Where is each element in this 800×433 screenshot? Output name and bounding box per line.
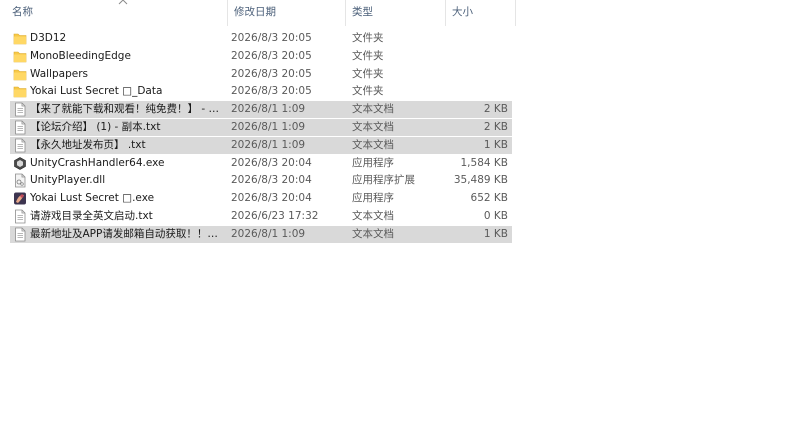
file-size: 1,584 KB <box>460 156 509 169</box>
file-type: 文件夹 <box>352 32 384 44</box>
file-row[interactable]: UnityCrashHandler64.exe 2026/8/3 20:04 应用程… <box>10 155 512 172</box>
file-name: 【永久地址发布页】 .txt <box>30 138 146 151</box>
file-modified-date: 2026/8/1 1:09 <box>231 103 306 116</box>
file-name: 【来了就能下载和观看！纯免费！】 - 副本.txt <box>30 103 226 116</box>
file-name: D3D12 <box>30 32 67 44</box>
file-size: 0 KB <box>483 210 508 222</box>
file-type: 文本文档 <box>352 210 394 222</box>
file-modified-date: 2026/8/1 1:09 <box>231 121 306 133</box>
text-file-icon <box>13 209 27 224</box>
file-modified-date: 2026/8/3 20:04 <box>231 174 312 187</box>
column-header-type-label: 类型 <box>352 6 373 18</box>
game-exe-icon <box>13 191 27 206</box>
file-row[interactable]: Yokai Lust Secret □.exe 2026/8/3 20:04 应用程… <box>10 190 512 207</box>
column-header-type[interactable]: 类型 <box>346 0 446 26</box>
file-row[interactable]: 【来了就能下载和观看！纯免费！】 - 副本.txt 2026/8/1 1:09 文本… <box>10 101 512 119</box>
file-name: Yokai Lust Secret □_Data <box>30 85 163 98</box>
file-type: 应用程序 <box>352 156 394 169</box>
text-file-icon <box>13 138 27 153</box>
dll-file-icon <box>13 173 27 188</box>
file-row[interactable]: 【永久地址发布页】 .txt 2026/8/1 1:09 文本文档 1 KB <box>10 136 512 154</box>
file-name: 最新地址及APP请发邮箱自动获取！！！.txt <box>30 227 226 240</box>
file-type: 文件夹 <box>352 67 384 80</box>
file-type: 应用程序扩展 <box>352 174 415 187</box>
file-name: UnityCrashHandler64.exe <box>30 156 165 169</box>
column-header-size-label: 大小 <box>452 6 473 18</box>
file-row[interactable]: Wallpapers 2026/8/3 20:05 文件夹 <box>10 66 512 83</box>
file-modified-date: 2026/8/3 20:04 <box>231 156 312 169</box>
file-name: Yokai Lust Secret □.exe <box>30 192 155 205</box>
file-type: 文本文档 <box>352 138 394 151</box>
file-modified-date: 2026/8/3 20:05 <box>231 85 312 98</box>
file-size: 652 KB <box>470 192 508 205</box>
file-type: 文本文档 <box>352 103 394 116</box>
folder-icon <box>13 84 27 99</box>
file-modified-date: 2026/6/23 17:32 <box>231 210 319 222</box>
file-row[interactable]: UnityPlayer.dll 2026/8/3 20:04 应用程序扩展 35,48… <box>10 172 512 189</box>
file-name: UnityPlayer.dll <box>30 174 106 187</box>
file-name: Wallpapers <box>30 67 88 80</box>
file-modified-date: 2026/8/1 1:09 <box>231 138 306 151</box>
file-size: 2 KB <box>483 103 508 116</box>
file-type: 文件夹 <box>352 85 384 98</box>
file-size: 1 KB <box>483 227 508 240</box>
file-modified-date: 2026/8/1 1:09 <box>231 227 306 240</box>
file-row[interactable]: 【论坛介绍】 (1) - 副本.txt 2026/8/1 1:09 文本文档 2 KB <box>10 119 512 136</box>
file-row[interactable]: Yokai Lust Secret □_Data 2026/8/3 20:05 文件… <box>10 83 512 100</box>
file-type: 文本文档 <box>352 227 394 240</box>
file-row[interactable]: MonoBleedingEdge 2026/8/3 20:05 文件夹 <box>10 48 512 65</box>
file-name: MonoBleedingEdge <box>30 49 131 62</box>
file-row[interactable]: D3D12 2026/8/3 20:05 文件夹 <box>10 30 512 47</box>
file-size: 2 KB <box>483 121 508 133</box>
file-modified-date: 2026/8/3 20:05 <box>231 32 312 44</box>
folder-icon <box>13 67 27 82</box>
folder-icon <box>13 49 27 64</box>
file-name: 【论坛介绍】 (1) - 副本.txt <box>30 121 161 133</box>
column-header-name-label: 名称 <box>12 6 33 18</box>
file-row[interactable]: 请游戏目录全英文启动.txt 2026/6/23 17:32 文本文档 0 KB <box>10 208 512 225</box>
column-header-name[interactable]: 名称 <box>6 0 228 26</box>
column-header-bar: 名称 修改日期 类型 大小 <box>0 0 516 26</box>
column-header-date[interactable]: 修改日期 <box>228 0 346 26</box>
file-modified-date: 2026/8/3 20:05 <box>231 67 312 80</box>
file-type: 应用程序 <box>352 192 394 205</box>
file-size: 35,489 KB <box>453 174 508 187</box>
file-type: 文件夹 <box>352 49 384 62</box>
column-header-date-label: 修改日期 <box>234 6 276 18</box>
text-file-icon <box>13 120 27 135</box>
file-size: 1 KB <box>483 138 508 151</box>
file-modified-date: 2026/8/3 20:05 <box>231 49 312 62</box>
unity-crash-handler-icon <box>13 156 27 171</box>
text-file-icon <box>13 102 27 117</box>
sort-ascending-icon <box>118 0 128 5</box>
file-modified-date: 2026/8/3 20:04 <box>231 192 312 205</box>
column-header-size[interactable]: 大小 <box>446 0 516 26</box>
file-row[interactable]: 最新地址及APP请发邮箱自动获取！！！.txt 2026/8/1 1:09 文本文档… <box>10 225 512 243</box>
file-explorer: 名称 修改日期 类型 大小 D3D12 2026/8/3 20:05 文件夹 Mono… <box>0 0 800 433</box>
file-type: 文本文档 <box>352 121 394 133</box>
text-file-icon <box>13 227 27 242</box>
folder-icon <box>13 31 27 46</box>
file-name: 请游戏目录全英文启动.txt <box>30 210 153 222</box>
